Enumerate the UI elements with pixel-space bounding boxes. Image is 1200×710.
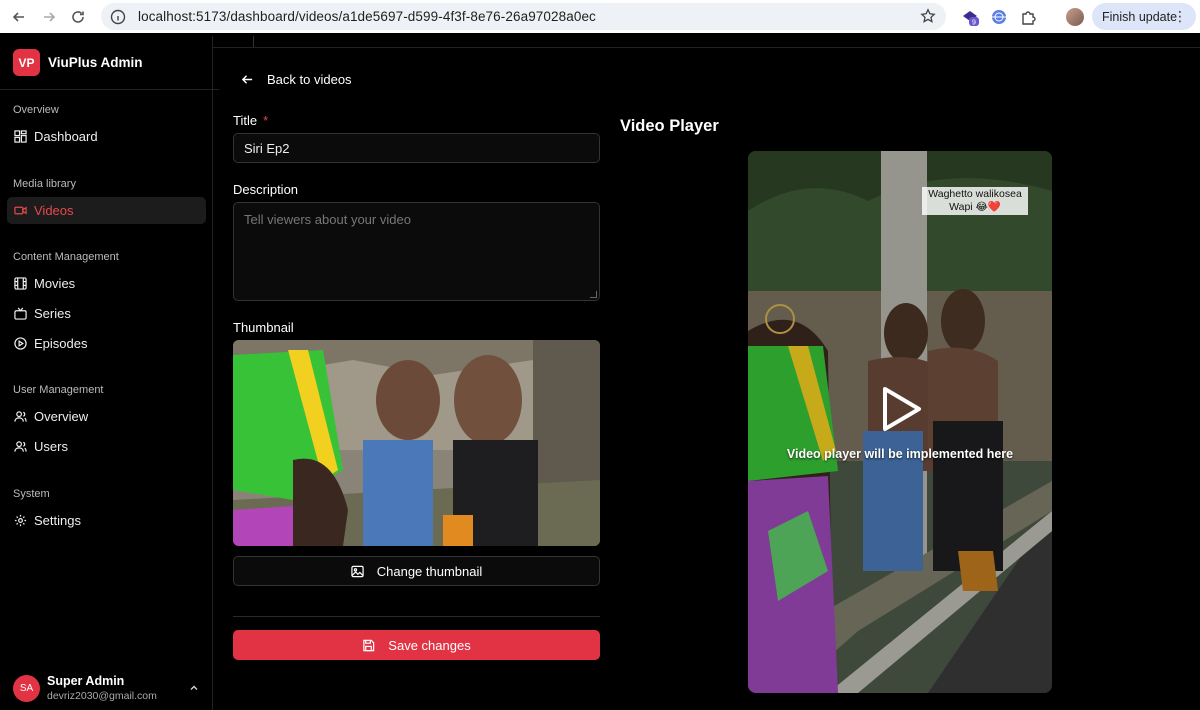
sidebar-item-label: Movies xyxy=(34,276,76,291)
save-changes-label: Save changes xyxy=(388,637,471,653)
save-changes-button[interactable]: Save changes xyxy=(233,630,600,660)
play-icon[interactable] xyxy=(879,385,923,433)
sidebar-item-label: Overview xyxy=(34,409,89,424)
extension-badge: 9 xyxy=(972,20,976,27)
thumbnail-label: Thumbnail xyxy=(233,320,294,335)
sidebar-item-episodes[interactable]: Episodes xyxy=(7,330,206,357)
section-label-content-management: Content Management xyxy=(13,251,119,263)
section-label-user-management: User Management xyxy=(13,384,104,396)
browser-toolbar: localhost:5173/dashboard/videos/a1de5697… xyxy=(0,0,1200,33)
video-player-message: Video player will be implemented here xyxy=(786,447,1014,461)
sidebar-item-label: Dashboard xyxy=(34,129,98,144)
film-icon xyxy=(14,277,27,290)
sidebar-item-user-overview[interactable]: Overview xyxy=(7,403,206,430)
section-label-overview: Overview xyxy=(13,104,59,116)
title-input-value: Siri Ep2 xyxy=(244,140,290,156)
image-icon xyxy=(351,565,364,577)
video-caption: Waghetto walikosea Wapi 😂❤️ xyxy=(922,187,1028,215)
sidebar-item-label: Episodes xyxy=(34,336,88,351)
bookmark-star-icon[interactable] xyxy=(920,8,936,24)
form-divider xyxy=(233,616,600,617)
caption-line-2: Wapi 😂❤️ xyxy=(949,201,1001,213)
brand[interactable]: VP ViuPlus Admin xyxy=(13,49,143,76)
sidebar-item-label: Series xyxy=(34,306,71,321)
title-label: Title * xyxy=(233,113,268,128)
brand-logo: VP xyxy=(13,49,40,76)
gear-icon xyxy=(14,514,27,527)
site-info-icon[interactable] xyxy=(110,9,126,25)
back-arrow-icon[interactable] xyxy=(4,2,34,32)
sidebar: VP ViuPlus Admin Overview Dashboard Medi… xyxy=(0,36,219,710)
user-name: Super Admin xyxy=(47,674,125,688)
sidebar-divider xyxy=(0,89,219,90)
title-input[interactable]: Siri Ep2 xyxy=(233,133,600,163)
sidebar-item-users[interactable]: Users xyxy=(7,433,206,460)
caption-line-1: Waghetto walikosea xyxy=(928,188,1022,200)
sidebar-item-dashboard[interactable]: Dashboard xyxy=(7,123,206,150)
forward-arrow-icon[interactable] xyxy=(34,2,64,32)
description-label: Description xyxy=(233,182,299,197)
users-icon xyxy=(14,441,27,452)
sidebar-item-movies[interactable]: Movies xyxy=(7,270,206,297)
description-textarea[interactable]: Tell viewers about your video xyxy=(233,202,600,301)
puzzle-icon[interactable] xyxy=(1020,8,1038,26)
required-mark: * xyxy=(263,113,269,128)
sidebar-item-videos[interactable]: Videos xyxy=(7,197,206,224)
finish-update-label: Finish update xyxy=(1102,9,1178,24)
sidebar-item-label: Users xyxy=(34,439,68,454)
title-label-text: Title xyxy=(233,113,258,128)
user-menu[interactable]: SA Super Admin devriz2030@gmail.com xyxy=(13,673,208,703)
url-text[interactable]: localhost:5173/dashboard/videos/a1de5697… xyxy=(138,9,596,24)
back-label: Back to videos xyxy=(267,72,352,87)
chevron-up-icon[interactable] xyxy=(188,682,200,694)
arrow-left-icon xyxy=(241,75,253,84)
finish-update-button[interactable]: Finish update ⋮ xyxy=(1092,3,1196,30)
sidebar-item-label: Videos xyxy=(34,203,74,218)
section-label-media-library: Media library xyxy=(13,178,76,190)
header-divider xyxy=(213,47,1200,48)
dashboard-icon xyxy=(14,130,27,143)
description-placeholder: Tell viewers about your video xyxy=(244,212,411,227)
more-vert-icon[interactable]: ⋮ xyxy=(1173,9,1187,23)
back-to-videos-link[interactable]: Back to videos xyxy=(241,72,352,87)
save-icon xyxy=(363,639,375,651)
sidebar-item-settings[interactable]: Settings xyxy=(7,507,206,534)
tv-icon xyxy=(14,307,27,320)
change-thumbnail-label: Change thumbnail xyxy=(376,563,483,579)
sidebar-item-label: Settings xyxy=(34,513,81,528)
user-icon xyxy=(14,411,27,422)
thumbnail-image xyxy=(233,340,600,546)
resize-handle[interactable] xyxy=(590,291,597,298)
globe-extension-icon[interactable] xyxy=(990,8,1008,26)
reload-icon[interactable] xyxy=(63,2,93,32)
avatar: SA xyxy=(13,674,40,702)
play-circle-icon xyxy=(14,337,27,350)
user-email: devriz2030@gmail.com xyxy=(47,690,157,702)
video-player[interactable]: Waghetto walikosea Wapi 😂❤️ Video player… xyxy=(748,151,1052,693)
brand-name: ViuPlus Admin xyxy=(48,55,143,70)
section-label-system: System xyxy=(13,488,50,500)
extension-icon[interactable]: 9 xyxy=(961,8,979,27)
sidebar-item-series[interactable]: Series xyxy=(7,300,206,327)
address-bar[interactable]: localhost:5173/dashboard/videos/a1de5697… xyxy=(101,3,946,30)
video-player-title: Video Player xyxy=(620,117,719,135)
profile-avatar-icon[interactable] xyxy=(1066,8,1084,26)
change-thumbnail-button[interactable]: Change thumbnail xyxy=(233,556,600,586)
video-icon xyxy=(14,206,27,215)
header-separator xyxy=(253,36,254,47)
